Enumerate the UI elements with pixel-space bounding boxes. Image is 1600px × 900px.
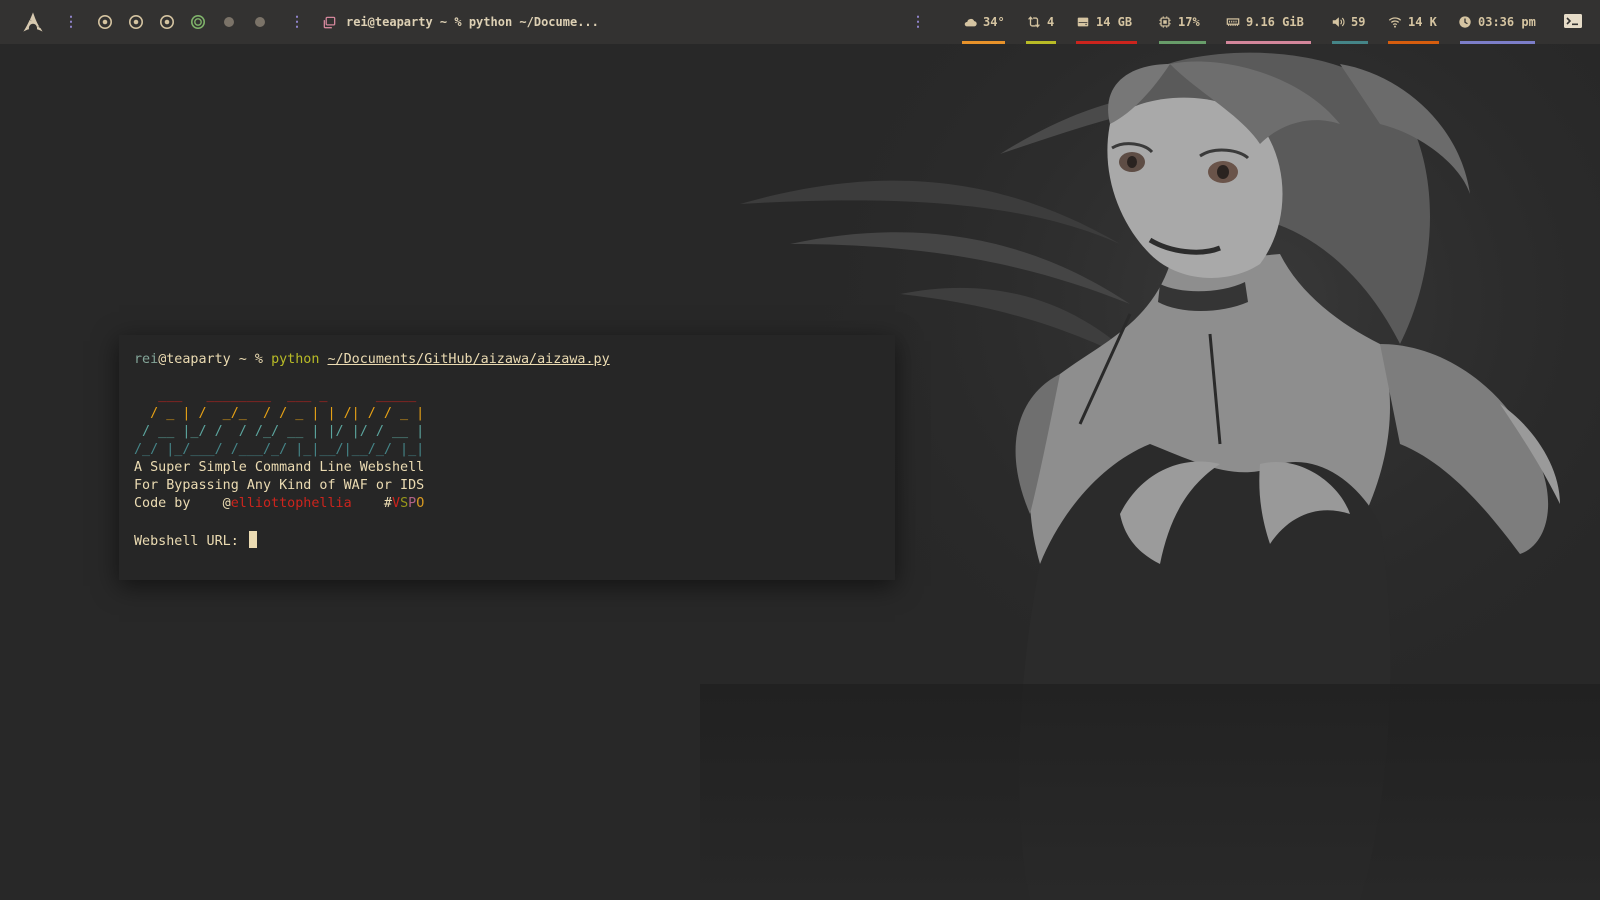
clock-value: 03:36 pm bbox=[1478, 15, 1536, 29]
workspace-3-icon[interactable] bbox=[159, 14, 175, 30]
credit-tag-p: P bbox=[408, 496, 417, 511]
window-icon bbox=[323, 16, 336, 28]
credit-hash: # bbox=[351, 496, 392, 511]
window-title[interactable]: rei@teaparty ~ % python ~/Docume... bbox=[322, 0, 599, 44]
volume-value: 59 bbox=[1351, 15, 1366, 29]
banner-line-4: /_/ |_/___/ /___/_/ |_|__/|__/_/ |_| bbox=[134, 442, 425, 457]
network-module[interactable]: 14 K bbox=[1388, 0, 1437, 44]
credit-prefix: Code by @ bbox=[134, 496, 231, 511]
memory-icon bbox=[1226, 18, 1240, 26]
memory-module[interactable]: 9.16 GiB bbox=[1226, 0, 1304, 44]
more-vertical-icon[interactable]: ⋮ bbox=[290, 15, 304, 29]
terminal-window[interactable]: rei@teaparty ~ % python ~/Documents/GitH… bbox=[119, 335, 895, 580]
cpu-module[interactable]: 17% bbox=[1158, 0, 1200, 44]
window-title-text: rei@teaparty ~ % python ~/Docume... bbox=[346, 15, 599, 29]
workspace-5-icon[interactable] bbox=[221, 14, 237, 30]
clock-icon bbox=[1459, 16, 1471, 28]
wifi-icon bbox=[1388, 17, 1402, 28]
updates-module[interactable]: 4 bbox=[1027, 0, 1054, 44]
top-bar: ⋮ ⋮ rei@teaparty ~ % python ~/Docume... … bbox=[0, 0, 1600, 44]
text-cursor[interactable] bbox=[248, 531, 257, 548]
prompt-user: rei bbox=[134, 352, 159, 367]
arch-linux-icon[interactable] bbox=[22, 11, 44, 33]
banner-line-2: / _ | / _/_ / / _ | | /| / / _ | bbox=[134, 406, 425, 421]
webshell-url-label: Webshell URL: bbox=[134, 534, 247, 549]
more-vertical-icon[interactable]: ⋮ bbox=[911, 15, 925, 29]
updates-value: 4 bbox=[1047, 15, 1055, 29]
workspace-4-active-icon[interactable] bbox=[190, 14, 206, 30]
cpu-icon bbox=[1159, 16, 1171, 28]
disk-value: 14 GB bbox=[1096, 15, 1133, 29]
memory-value: 9.16 GiB bbox=[1246, 15, 1304, 29]
tagline-1: A Super Simple Command Line Webshell bbox=[134, 460, 425, 475]
disk-icon bbox=[1077, 17, 1089, 27]
tagline-2: For Bypassing Any Kind of WAF or IDS bbox=[134, 478, 425, 493]
workspace-2-icon[interactable] bbox=[128, 14, 144, 30]
clock-module[interactable]: 03:36 pm bbox=[1458, 0, 1536, 44]
credit-tag-v: V bbox=[392, 496, 401, 511]
weather-value: 34° bbox=[983, 15, 1005, 29]
cloud-icon bbox=[964, 18, 977, 27]
webshell-url-input[interactable]: Webshell URL: bbox=[134, 531, 880, 549]
sync-icon bbox=[1028, 16, 1040, 28]
prompt-line: rei@teaparty ~ % python ~/Documents/GitH… bbox=[134, 351, 880, 369]
banner-line-1: ___ ________ ___ _ _____ bbox=[134, 388, 425, 403]
volume-module[interactable]: 59 bbox=[1331, 0, 1365, 44]
banner-line-3: / __ |_/ / / /_/ __ | |/ |/ / __ | bbox=[134, 424, 425, 439]
disk-module[interactable]: 14 GB bbox=[1076, 0, 1132, 44]
prompt-command: python bbox=[271, 352, 320, 367]
credit-tag-o: O bbox=[416, 496, 425, 511]
credit-tag-s: S bbox=[400, 496, 409, 511]
weather-module[interactable]: 34° bbox=[963, 0, 1005, 44]
credit-line: Code by @elliottophellia #VSPO bbox=[134, 495, 880, 513]
workspace-1-icon[interactable] bbox=[97, 14, 113, 30]
credit-author: elliottophellia bbox=[230, 496, 352, 511]
terminal-icon[interactable] bbox=[1564, 14, 1582, 28]
prompt-path[interactable]: ~/Documents/GitHub/aizawa/aizawa.py bbox=[328, 352, 610, 367]
volume-icon bbox=[1332, 17, 1345, 27]
prompt-host: @teaparty ~ % bbox=[158, 352, 272, 367]
network-value: 14 K bbox=[1408, 15, 1437, 29]
cpu-value: 17% bbox=[1178, 15, 1200, 29]
workspace-6-icon[interactable] bbox=[252, 14, 268, 30]
more-vertical-icon[interactable]: ⋮ bbox=[64, 15, 78, 29]
